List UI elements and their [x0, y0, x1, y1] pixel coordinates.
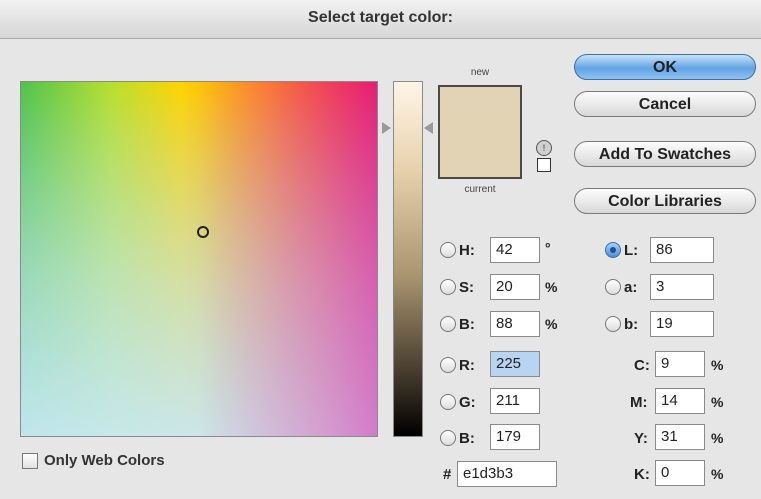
h-label: H:	[459, 242, 475, 259]
slider-right-arrow-icon[interactable]	[424, 122, 433, 134]
h-field[interactable]: 42	[490, 237, 540, 263]
hex-label: #	[443, 466, 452, 483]
c-unit: %	[711, 357, 724, 373]
slider-left-arrow-icon[interactable]	[382, 122, 391, 134]
color-marker-icon[interactable]	[197, 226, 209, 238]
lab-b-field[interactable]: 19	[650, 311, 714, 337]
rgb-b-label: B:	[459, 430, 475, 447]
k-unit: %	[711, 466, 724, 482]
l-field[interactable]: 86	[650, 237, 714, 263]
window-title: Select target color:	[308, 9, 453, 26]
radio-b[interactable]	[440, 316, 456, 332]
s-label: S:	[459, 279, 474, 296]
lab-b-label: b:	[624, 316, 639, 333]
k-field[interactable]: 0	[655, 460, 705, 486]
radio-l[interactable]	[605, 242, 621, 258]
color-field-overlay	[21, 82, 377, 436]
new-color-label: new	[470, 67, 490, 78]
h-unit: °	[545, 240, 551, 256]
g-field[interactable]: 211	[490, 388, 540, 414]
c-field[interactable]: 9	[655, 351, 705, 377]
radio-g[interactable]	[440, 394, 456, 410]
m-unit: %	[711, 394, 724, 410]
radio-lab-b[interactable]	[605, 316, 621, 332]
y-field[interactable]: 31	[655, 424, 705, 450]
a-field[interactable]: 3	[650, 274, 714, 300]
color-slider[interactable]	[393, 81, 423, 437]
b-unit: %	[545, 316, 558, 332]
cancel-button[interactable]: Cancel	[574, 91, 756, 117]
title-bar: Select target color:	[0, 0, 761, 39]
radio-s[interactable]	[440, 279, 456, 295]
s-field[interactable]: 20	[490, 274, 540, 300]
hex-field[interactable]: e1d3b3	[457, 461, 557, 487]
rgb-b-field[interactable]: 179	[490, 424, 540, 450]
r-label: R:	[459, 357, 475, 374]
b-field[interactable]: 88	[490, 311, 540, 337]
s-unit: %	[545, 279, 558, 295]
c-label: C:	[634, 357, 650, 374]
radio-r[interactable]	[440, 357, 456, 373]
a-label: a:	[624, 279, 638, 296]
l-label: L:	[624, 242, 639, 259]
color-field[interactable]	[20, 81, 378, 437]
m-field[interactable]: 14	[655, 388, 705, 414]
only-web-colors-label: Only Web Colors	[44, 452, 165, 469]
y-unit: %	[711, 430, 724, 446]
g-label: G:	[459, 394, 476, 411]
add-to-swatches-button[interactable]: Add To Swatches	[574, 141, 756, 167]
y-label: Y:	[634, 430, 648, 447]
current-color-swatch[interactable]	[440, 132, 520, 177]
new-color-swatch	[440, 87, 520, 132]
gamut-warning-icon[interactable]: !	[536, 140, 552, 156]
ok-button[interactable]: OK	[574, 54, 756, 80]
web-safe-cube-icon[interactable]	[537, 158, 551, 172]
color-libraries-button[interactable]: Color Libraries	[574, 188, 756, 214]
radio-h[interactable]	[440, 242, 456, 258]
color-preview-swatch	[438, 85, 522, 179]
m-label: M:	[630, 394, 648, 411]
only-web-colors-checkbox[interactable]	[22, 453, 38, 469]
r-field[interactable]: 225	[490, 351, 540, 377]
radio-rgb-b[interactable]	[440, 430, 456, 446]
current-color-label: current	[464, 184, 496, 195]
b-label: B:	[459, 316, 475, 333]
radio-a[interactable]	[605, 279, 621, 295]
k-label: K:	[634, 466, 650, 483]
